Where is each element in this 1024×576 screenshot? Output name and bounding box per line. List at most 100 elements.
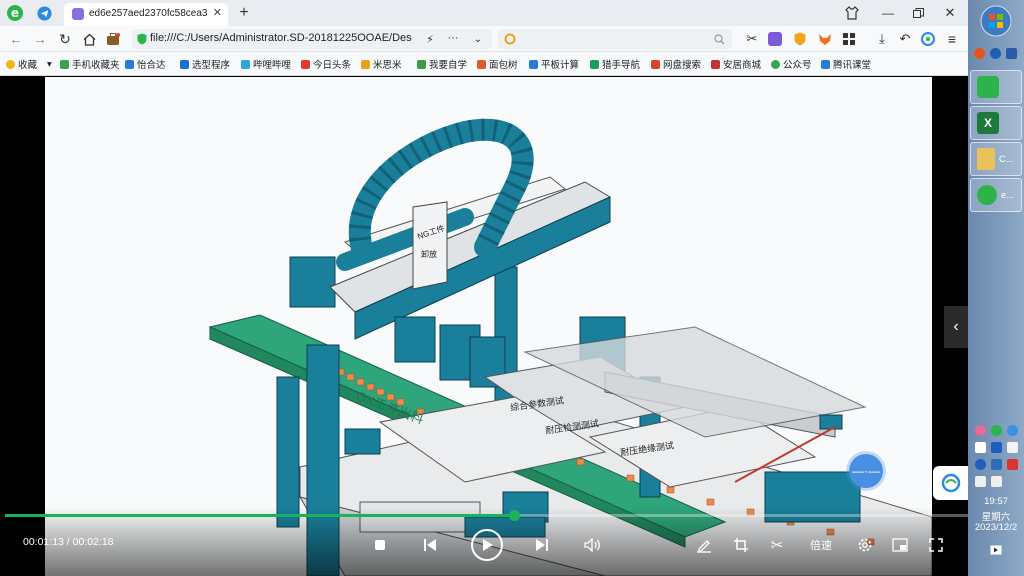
close-tab-icon[interactable]: ✕ <box>213 6 222 19</box>
fav-item[interactable]: 平板计算 <box>529 57 579 71</box>
forward-icon[interactable]: → <box>32 31 48 47</box>
fav-item[interactable]: 猎手导航 <box>590 57 640 71</box>
download-icon[interactable]: ⤓ <box>874 31 890 47</box>
star-icon <box>6 59 15 69</box>
fav-item[interactable]: 公众号 <box>771 57 812 71</box>
tablet-icon <box>529 59 538 69</box>
crop-icon[interactable] <box>732 536 750 554</box>
minimize-icon[interactable]: — <box>880 4 896 22</box>
active-tab[interactable]: ed6e257aed2370fc58cea38 ✕ <box>64 3 228 26</box>
url-text: file:///C:/Users/Administrator.SD-201812… <box>150 32 412 44</box>
fullscreen-icon[interactable] <box>927 536 945 554</box>
back-icon[interactable]: ← <box>8 31 24 47</box>
fav-item[interactable]: 手机收藏夹 <box>60 57 120 71</box>
browser-float-icon[interactable] <box>933 466 968 500</box>
stop-button[interactable] <box>374 539 386 551</box>
fav-item[interactable]: 收藏 ▾ <box>6 57 52 71</box>
next-button[interactable] <box>533 536 551 554</box>
machine-render <box>208 118 933 576</box>
apps-grid-icon[interactable] <box>841 31 857 47</box>
fav-item[interactable]: 哔哩哔哩 <box>241 57 291 71</box>
tray-ext-icon[interactable] <box>1006 48 1017 59</box>
fav-item[interactable]: 面包树 <box>477 57 518 71</box>
windows-taskbar: X C... e... 19:57 星期六 2023/12/2 <box>968 0 1024 576</box>
shield-ext-icon[interactable] <box>793 31 807 47</box>
close-window-icon[interactable]: ✕ <box>942 4 958 22</box>
fox-ext-icon[interactable] <box>817 31 833 47</box>
toutiao-icon <box>301 59 310 69</box>
picture-in-picture-icon[interactable] <box>891 536 909 554</box>
taskbar-item-app[interactable] <box>970 70 1022 104</box>
collapse-panel-button[interactable]: ‹ <box>944 306 968 348</box>
study-icon <box>417 59 426 69</box>
scissors-icon[interactable]: ✂ <box>744 31 760 47</box>
settings-gear-icon[interactable] <box>856 536 874 554</box>
previous-button[interactable] <box>421 536 439 554</box>
clip-scissors-icon[interactable]: ✂ <box>768 536 786 554</box>
taskbar-item-excel[interactable]: X <box>970 106 1022 140</box>
select-program-icon <box>180 59 189 69</box>
lightning-icon[interactable]: ⚡ <box>424 32 436 46</box>
start-orb-icon[interactable] <box>979 4 1013 38</box>
excel-icon: X <box>977 112 999 134</box>
browser-logo-icon[interactable]: e <box>6 4 24 22</box>
misumi-icon <box>361 59 370 69</box>
fav-item[interactable]: 怡合达 <box>125 57 166 71</box>
shirt-icon[interactable] <box>844 5 860 21</box>
taskbar-item-folder[interactable]: C... <box>970 142 1022 176</box>
speaker-icon[interactable] <box>991 476 1002 487</box>
annotate-icon[interactable] <box>695 536 713 554</box>
taskbar-item-browser[interactable]: e... <box>970 178 1022 212</box>
fav-item[interactable]: 网盘搜索 <box>651 57 701 71</box>
sogou-tray-icon[interactable] <box>974 48 985 59</box>
tray-network-icon[interactable] <box>991 459 1002 470</box>
shop-icon <box>711 59 720 69</box>
search-engine-icon[interactable] <box>503 32 517 46</box>
tray-device-icon[interactable] <box>975 476 986 487</box>
search-input[interactable] <box>498 29 732 49</box>
volume-icon[interactable] <box>583 536 603 554</box>
browser-icon <box>977 185 997 205</box>
fav-item[interactable]: 今日头条 <box>301 57 351 71</box>
fav-item[interactable]: 安居商城 <box>711 57 761 71</box>
clock-date[interactable]: 2023/12/2 <box>968 522 1024 533</box>
restore-icon[interactable] <box>910 4 926 22</box>
play-button[interactable] <box>471 529 503 561</box>
url-dropdown-icon[interactable]: ⌄ <box>472 32 484 46</box>
url-field[interactable]: file:///C:/Users/Administrator.SD-201812… <box>132 29 492 49</box>
tray-signal-icon[interactable] <box>1007 442 1018 453</box>
secure-shield-icon <box>137 33 147 45</box>
progress-bar[interactable] <box>5 510 968 521</box>
tray-flag-icon[interactable] <box>1007 459 1018 470</box>
tray-bluetooth-icon[interactable] <box>991 442 1002 453</box>
fav-item[interactable]: 我要自学 <box>417 57 467 71</box>
fav-item[interactable]: 选型程序 <box>180 57 230 71</box>
browser-sync-icon[interactable] <box>920 31 936 47</box>
clock-time[interactable]: 19:57 <box>968 496 1024 507</box>
tray-flower-icon[interactable] <box>975 425 986 436</box>
clock-weekday[interactable]: 星期六 <box>968 509 1024 523</box>
speed-button[interactable]: 倍速 <box>805 537 837 553</box>
fav-item[interactable]: 米思米 <box>361 57 402 71</box>
show-desktop-icon[interactable] <box>989 543 1003 557</box>
extension-bag-icon[interactable] <box>104 31 122 47</box>
new-tab-icon[interactable]: + <box>236 4 252 22</box>
tray-cloud-icon[interactable] <box>1007 425 1018 436</box>
tray-cursor-icon[interactable] <box>975 442 986 453</box>
bluetooth-icon[interactable] <box>975 459 986 470</box>
help-icon[interactable] <box>990 48 1001 59</box>
tray-browser-icon[interactable] <box>991 425 1002 436</box>
search-icon[interactable] <box>712 32 726 46</box>
menu-icon[interactable]: ≡ <box>944 31 960 47</box>
undo-icon[interactable]: ↶ <box>897 31 913 47</box>
telegram-icon[interactable] <box>36 5 52 21</box>
reload-icon[interactable]: ↻ <box>57 31 73 47</box>
home-icon[interactable] <box>81 31 97 47</box>
fav-item[interactable]: 腾讯课堂 <box>821 57 871 71</box>
phone-icon <box>60 59 69 69</box>
video-frame[interactable]: NG工件 卸放 OK工件出料 综合参数测试 耐压检测测试 耐压绝缘测试 —·— <box>45 77 933 576</box>
floating-assistant-icon[interactable]: —·— <box>849 454 883 488</box>
reader-icon[interactable] <box>768 32 782 46</box>
more-dots-icon[interactable]: ··· <box>446 31 460 45</box>
video-player[interactable]: NG工件 卸放 OK工件出料 综合参数测试 耐压检测测试 耐压绝缘测试 —·— … <box>5 77 968 576</box>
